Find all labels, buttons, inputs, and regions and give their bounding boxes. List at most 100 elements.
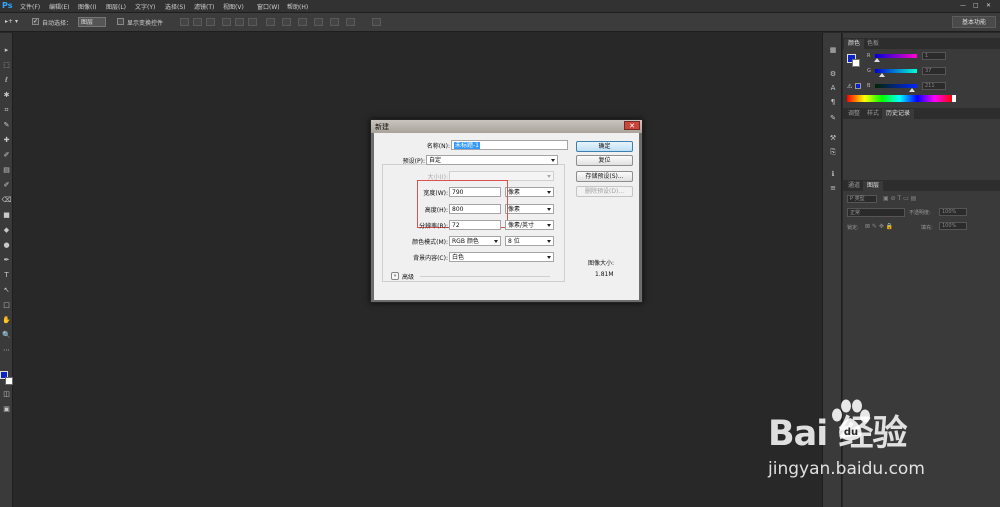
color-r-thumb[interactable] — [874, 58, 880, 62]
save-preset-button[interactable]: 存储预设(S)... — [576, 171, 633, 182]
show-transform-checkbox[interactable] — [117, 18, 124, 25]
history-icon[interactable]: ▦ — [827, 45, 839, 55]
screen-mode-icon[interactable]: ▣ — [1, 404, 12, 414]
actions-icon[interactable]: ⚙ — [827, 69, 839, 79]
menu-filter[interactable]: 滤镜(T) — [194, 2, 214, 11]
distribute-hcenter-icon[interactable] — [330, 18, 339, 26]
auto-select-checkbox[interactable]: ✓ — [32, 18, 39, 25]
spectrum-white-swatch[interactable] — [952, 95, 956, 102]
extra-tools-icon[interactable]: ⋯ — [1, 345, 12, 355]
auto-align-icon[interactable] — [372, 18, 381, 26]
distribute-top-icon[interactable] — [266, 18, 275, 26]
character-icon[interactable]: A — [827, 83, 839, 93]
tab-adjustments[interactable]: 调整 — [844, 109, 864, 119]
distribute-right-icon[interactable] — [346, 18, 355, 26]
preset-dropdown[interactable]: 自定 — [426, 155, 558, 165]
delete-preset-button[interactable]: 删除预设(D)... — [576, 186, 633, 197]
move-tool-icon[interactable]: ▸+ ▾ — [5, 18, 18, 25]
menu-view[interactable]: 视图(V) — [223, 2, 244, 11]
info-icon[interactable]: ℹ — [827, 169, 839, 179]
tab-color[interactable]: 颜色 — [844, 39, 865, 49]
color-r-slider[interactable] — [875, 54, 917, 58]
bit-depth-dropdown[interactable]: 8 位 — [505, 236, 554, 246]
color-spectrum-bar[interactable] — [847, 95, 952, 102]
path-select-tool-icon[interactable]: ↖ — [1, 285, 12, 295]
menu-image[interactable]: 图像(I) — [78, 2, 96, 11]
pen-tool-icon[interactable]: ✒ — [1, 255, 12, 265]
clone-source-icon[interactable]: ⎘ — [827, 147, 839, 157]
align-hcenter-icon[interactable] — [235, 18, 244, 26]
brush-preset-icon[interactable]: ✎ — [827, 113, 839, 123]
width-unit-dropdown[interactable]: 像素 — [505, 187, 554, 197]
color-b-value[interactable]: 211 — [922, 82, 946, 90]
color-g-value[interactable]: 37 — [922, 67, 946, 75]
eraser-tool-icon[interactable]: ⌫ — [1, 195, 12, 205]
type-tool-icon[interactable]: T — [1, 270, 12, 280]
resolution-input[interactable]: 72 — [449, 220, 501, 230]
quick-select-tool-icon[interactable]: ✱ — [1, 90, 12, 100]
tab-layers[interactable]: 图层 — [863, 181, 884, 191]
fill-value[interactable]: 100% — [939, 222, 967, 230]
align-bottom-icon[interactable] — [206, 18, 215, 26]
advanced-expand-icon[interactable]: » — [391, 272, 399, 280]
shape-tool-icon[interactable]: □ — [1, 300, 12, 310]
workspace-switcher[interactable]: 基本功能 — [952, 16, 996, 28]
advanced-label[interactable]: 高级 — [402, 272, 414, 281]
menu-help[interactable]: 帮助(H) — [287, 2, 308, 11]
auto-select-dropdown[interactable]: 图层 — [78, 17, 106, 27]
web-color-swatch[interactable] — [855, 83, 861, 89]
menu-edit[interactable]: 编辑(E) — [49, 2, 69, 11]
tab-history[interactable]: 历史记录 — [882, 109, 915, 119]
menu-file[interactable]: 文件(F) — [20, 2, 40, 11]
color-b-thumb[interactable] — [909, 88, 915, 92]
opacity-value[interactable]: 100% — [939, 208, 967, 216]
reset-button[interactable]: 复位 — [576, 155, 633, 166]
resolution-unit-dropdown[interactable]: 像素/英寸 — [505, 220, 554, 230]
lock-icons[interactable]: ⊠ ✎ ✥ 🔒 — [865, 223, 893, 230]
clone-stamp-tool-icon[interactable]: ▤ — [1, 165, 12, 175]
dialog-close-button[interactable]: ✕ — [624, 121, 640, 130]
history-brush-tool-icon[interactable]: ✐ — [1, 180, 12, 190]
dialog-titlebar[interactable]: 新建 ✕ — [371, 120, 642, 133]
distribute-vcenter-icon[interactable] — [282, 18, 291, 26]
dodge-tool-icon[interactable]: ● — [1, 240, 12, 250]
paragraph-icon[interactable]: ¶ — [827, 97, 839, 107]
tool-presets-icon[interactable]: ⚒ — [827, 133, 839, 143]
color-bg-swatch[interactable] — [852, 59, 860, 67]
quick-mask-icon[interactable]: ◫ — [1, 389, 12, 399]
tab-swatches[interactable]: 色板 — [863, 39, 883, 49]
eyedropper-tool-icon[interactable]: ✎ — [1, 120, 12, 130]
maximize-icon[interactable]: □ — [973, 2, 979, 9]
marquee-tool-icon[interactable]: ⬚ — [1, 60, 12, 70]
move-tool-icon[interactable]: ▸ — [1, 45, 12, 55]
align-vcenter-icon[interactable] — [193, 18, 202, 26]
layer-filter-dropdown[interactable]: P 类型 — [847, 195, 877, 203]
close-icon[interactable]: ✕ — [986, 2, 991, 9]
distribute-left-icon[interactable] — [314, 18, 323, 26]
crop-tool-icon[interactable]: ⌗ — [1, 105, 12, 115]
height-unit-dropdown[interactable]: 像素 — [505, 204, 554, 214]
menu-type[interactable]: 文字(Y) — [135, 2, 155, 11]
align-left-icon[interactable] — [222, 18, 231, 26]
tab-styles[interactable]: 样式 — [863, 109, 883, 119]
align-top-icon[interactable] — [180, 18, 189, 26]
background-dropdown[interactable]: 白色 — [449, 252, 554, 262]
menu-select[interactable]: 选择(S) — [165, 2, 186, 11]
distribute-bottom-icon[interactable] — [298, 18, 307, 26]
background-color-swatch[interactable] — [5, 377, 13, 385]
healing-brush-tool-icon[interactable]: ✚ — [1, 135, 12, 145]
layer-filter-icons[interactable]: ▣ ⊘ T ▭ ▤ — [883, 195, 916, 202]
gradient-tool-icon[interactable]: ■ — [1, 210, 12, 220]
brush-tool-icon[interactable]: ✐ — [1, 150, 12, 160]
blur-tool-icon[interactable]: ◆ — [1, 225, 12, 235]
color-r-value[interactable]: 1 — [922, 52, 946, 60]
menu-layer[interactable]: 图层(L) — [106, 2, 126, 11]
notes-icon[interactable]: ≡ — [827, 183, 839, 193]
color-mode-dropdown[interactable]: RGB 颜色 — [449, 236, 501, 246]
lasso-tool-icon[interactable]: ℓ — [1, 75, 12, 85]
color-g-thumb[interactable] — [879, 73, 885, 77]
tab-channels[interactable]: 通道 — [844, 181, 864, 191]
menu-window[interactable]: 窗口(W) — [257, 2, 280, 11]
zoom-tool-icon[interactable]: 🔍 — [1, 330, 12, 340]
name-input[interactable]: 未标题-1 — [451, 140, 568, 150]
